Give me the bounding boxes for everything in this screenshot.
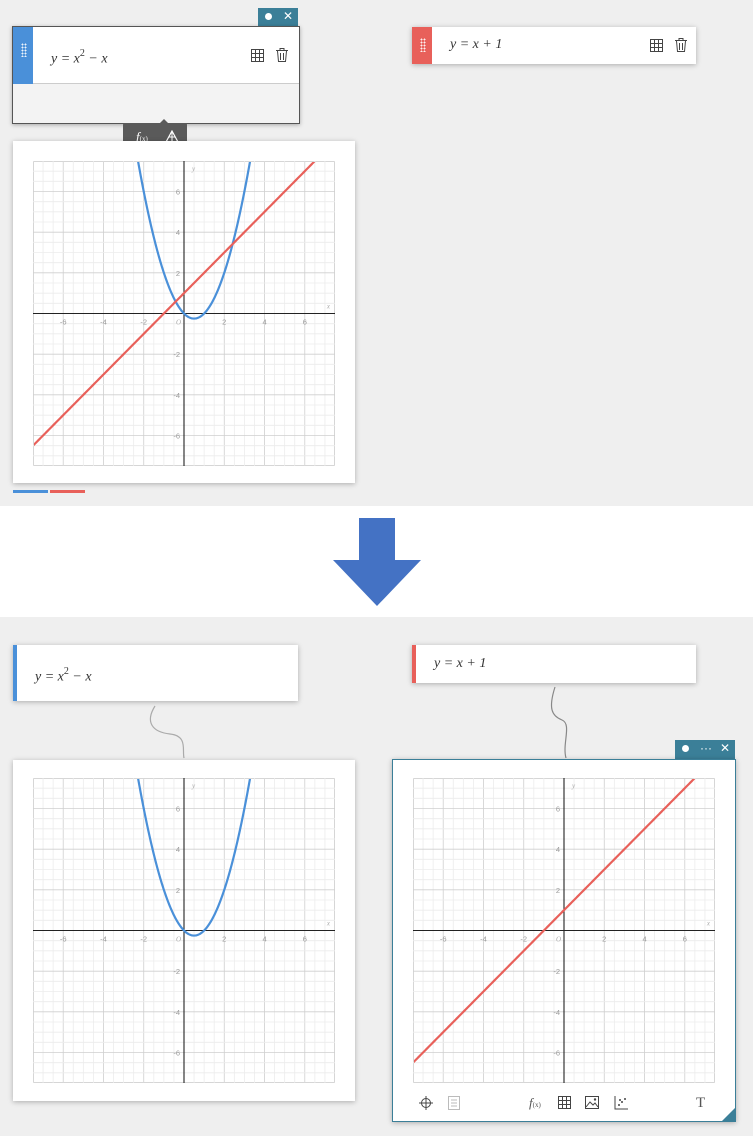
sticky-menu-bottom[interactable]: ··· ✕: [675, 740, 735, 759]
x-tick-label: 4: [642, 935, 646, 944]
equation-link-indicator-red: [50, 490, 85, 493]
graph-card-1[interactable]: -6 -4 -2 2 4 6 6 4 2 -2 -4 -6 x y O: [13, 141, 355, 483]
x-tick-label: -4: [480, 935, 487, 944]
table-icon[interactable]: [251, 49, 264, 62]
origin-label: O: [176, 936, 181, 944]
equation-card-2[interactable]: y = x + 1: [412, 27, 696, 64]
equation-link-indicator-blue: [13, 490, 48, 493]
more-icon[interactable]: ···: [700, 741, 712, 755]
color-bar-red[interactable]: [412, 27, 432, 64]
transition-arrow: [333, 518, 421, 606]
x-tick-label: -6: [440, 935, 447, 944]
graph-3[interactable]: -6 -4 -2 2 4 6642-2-4-6xyO: [413, 778, 715, 1083]
function-icon[interactable]: f(x): [529, 1095, 541, 1111]
scatter-plot-icon[interactable]: [614, 1096, 628, 1110]
x-tick-label: 4: [262, 318, 266, 327]
equation-1-text[interactable]: y = x2 − x: [35, 666, 92, 686]
y-tick-label: -2: [173, 350, 180, 359]
y-tick-label: 4: [176, 845, 180, 854]
equation-2-text[interactable]: y = x + 1: [434, 656, 486, 672]
trash-icon[interactable]: [276, 48, 288, 62]
x-tick-label: -2: [520, 935, 527, 944]
x-tick-label: -2: [140, 935, 147, 944]
close-icon[interactable]: ✕: [720, 741, 730, 755]
resize-handle-icon[interactable]: [722, 1108, 735, 1121]
image-icon[interactable]: [585, 1096, 599, 1109]
sticky-menu-top[interactable]: ✕: [258, 8, 298, 26]
y-tick-label: -2: [173, 967, 180, 976]
x-tick-label: -6: [60, 935, 67, 944]
x-tick-label: 2: [602, 935, 606, 944]
pin-dot-icon[interactable]: [682, 745, 689, 752]
connector-2: [550, 686, 568, 759]
list-icon[interactable]: [448, 1096, 460, 1110]
x-tick-label: 4: [262, 935, 266, 944]
connector-1: [149, 705, 185, 759]
graph-card-2[interactable]: -6 -4 -2 2 4 6 6 4 2 -2 -4 -6 x y O: [13, 760, 355, 1101]
graph-2[interactable]: -6 -4 -2 2 4 6642-2-4-6xyO: [33, 778, 335, 1083]
y-tick-label: 2: [176, 269, 180, 278]
x-tick-label: 6: [303, 318, 307, 327]
equation-card-1[interactable]: y = x2 − x: [13, 645, 298, 701]
table-icon[interactable]: [558, 1096, 571, 1109]
y-tick-label: 2: [176, 886, 180, 895]
y-tick-label: -4: [173, 391, 180, 400]
x-tick-label: -4: [100, 318, 107, 327]
close-icon[interactable]: ✕: [283, 9, 293, 23]
color-bar-blue[interactable]: [13, 645, 17, 701]
equation-expansion-area: [13, 84, 299, 123]
y-tick-label: -4: [553, 1008, 560, 1017]
origin-label: O: [176, 319, 181, 327]
y-tick-label: 4: [176, 228, 180, 237]
y-tick-label: 2: [556, 886, 560, 895]
equation-1-text[interactable]: y = x2 − x: [51, 48, 108, 68]
drag-handle-icon[interactable]: [420, 38, 426, 52]
x-tick-label: 6: [303, 935, 307, 944]
y-tick-label: 6: [176, 805, 180, 814]
equation-card-2[interactable]: y = x + 1: [412, 645, 696, 683]
y-tick-label: 6: [176, 188, 180, 197]
table-icon[interactable]: [650, 39, 663, 52]
trash-icon[interactable]: [675, 38, 687, 52]
y-tick-label: -6: [173, 432, 180, 441]
equation-card-1-selected[interactable]: y = x2 − x: [12, 26, 300, 124]
graph-1[interactable]: -6 -4 -2 2 4 6642-2-4-6xyO: [33, 161, 335, 466]
drag-handle-icon[interactable]: [21, 43, 27, 57]
y-tick-label: -6: [173, 1049, 180, 1058]
x-tick-label: -6: [60, 318, 67, 327]
color-bar-blue[interactable]: [13, 27, 33, 84]
y-tick-label: -2: [553, 967, 560, 976]
color-bar-red[interactable]: [412, 645, 416, 683]
pin-dot-icon[interactable]: [265, 13, 272, 20]
y-tick-label: -4: [173, 1008, 180, 1017]
equation-2-text[interactable]: y = x + 1: [450, 37, 502, 53]
graph-card-3-selected[interactable]: -6 -4 -2 2 4 6 6 4 2 -2 -4 -6 x y O f(x) T: [392, 759, 736, 1122]
origin-label: O: [556, 936, 561, 944]
text-tool-icon[interactable]: T: [696, 1095, 705, 1112]
crosshair-icon[interactable]: [419, 1096, 433, 1110]
x-tick-label: 2: [222, 318, 226, 327]
y-tick-label: 4: [556, 845, 560, 854]
y-tick-label: -6: [553, 1049, 560, 1058]
x-tick-label: -2: [140, 318, 147, 327]
x-tick-label: -4: [100, 935, 107, 944]
y-tick-label: 6: [556, 805, 560, 814]
x-tick-label: 2: [222, 935, 226, 944]
x-tick-label: 6: [683, 935, 687, 944]
